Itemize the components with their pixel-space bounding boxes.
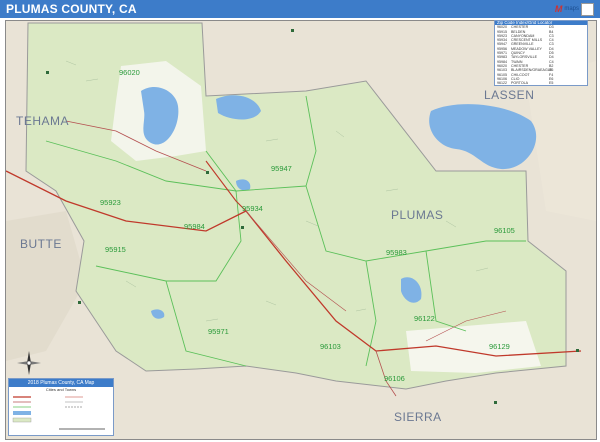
map-frame: PLUMAS COUNTY, CA Mmaps TEHAMA BUTTE LAS… <box>0 0 600 442</box>
legend-title: 2018 Plumas County, CA Map <box>9 379 113 387</box>
county-label-tehama: TEHAMA <box>16 114 69 128</box>
zip-index-table: Zip Code Index/Grid Locator 96020 CHESTER… <box>494 20 588 86</box>
zip-label: 96103 <box>320 342 341 351</box>
map-legend: 2018 Plumas County, CA Map Cities and To… <box>8 378 114 436</box>
title-bar: PLUMAS COUNTY, CA Mmaps <box>0 0 600 18</box>
zip-label: 96105 <box>494 226 515 235</box>
zip-label: 95947 <box>271 164 292 173</box>
legend-symbols <box>12 396 105 430</box>
zip-table-row: 96129BECKWOURTHE6 <box>495 85 587 86</box>
zip-label: 95983 <box>386 248 407 257</box>
county-label-butte: BUTTE <box>20 237 62 251</box>
zip-label: 95984 <box>184 222 205 231</box>
zip-code-cell: 96129 <box>497 85 511 86</box>
zip-label: 95915 <box>105 245 126 254</box>
zip-label: 96122 <box>414 314 435 323</box>
zip-label: 95923 <box>100 198 121 207</box>
zip-label: 96129 <box>489 342 510 351</box>
grid-cell: E6 <box>549 85 559 86</box>
county-label-plumas: PLUMAS <box>391 208 443 222</box>
publisher-logo: Mmaps <box>555 1 594 17</box>
page-title: PLUMAS COUNTY, CA <box>6 2 137 16</box>
zip-label: 95971 <box>208 327 229 336</box>
place-name-cell: BECKWOURTH <box>511 85 549 86</box>
zip-label: 95934 <box>242 204 263 213</box>
zip-table-rows: 96020 CHESTER D3 95915 BELDEN B4 95923 CANYONDA… <box>495 25 587 86</box>
zip-label: 96106 <box>384 374 405 383</box>
legend-subtitle: Cities and Towns <box>45 387 77 392</box>
compass-rose-icon <box>17 351 41 375</box>
county-label-sierra: SIERRA <box>394 410 442 424</box>
county-label-lassen: LASSEN <box>484 88 534 102</box>
zip-label: 96020 <box>119 68 140 77</box>
